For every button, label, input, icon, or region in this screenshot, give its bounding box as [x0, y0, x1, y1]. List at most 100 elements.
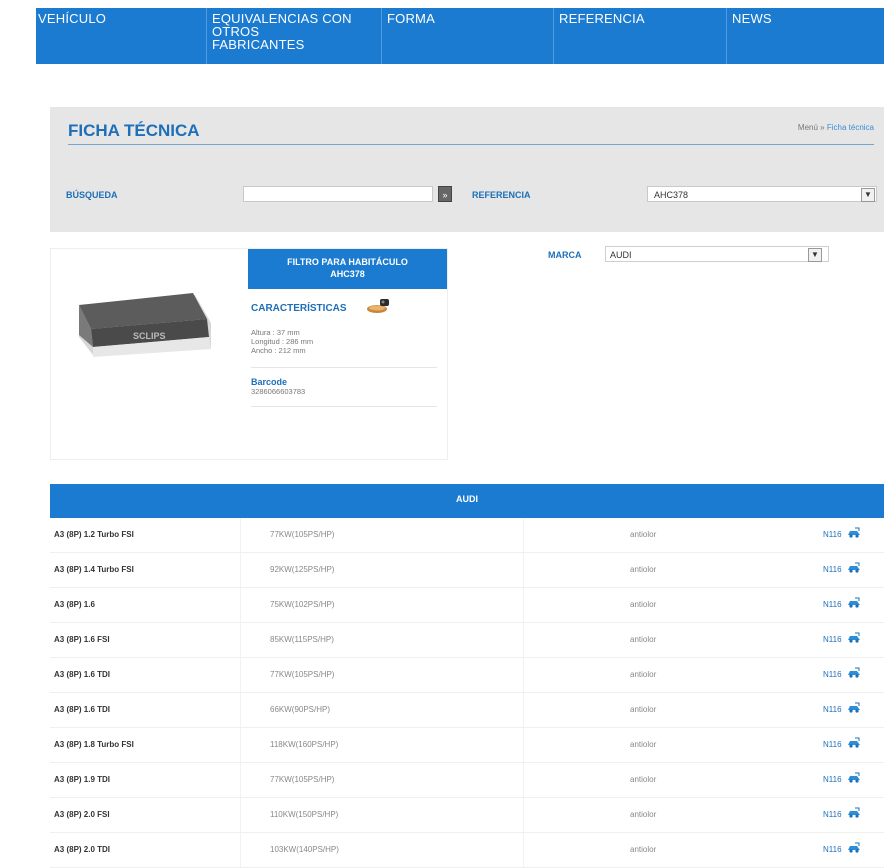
spec-longitud: Longitud : 286 mm	[251, 337, 314, 346]
row-link[interactable]: N116	[823, 705, 842, 714]
nav-separator	[553, 8, 554, 64]
product-header: FILTRO PARA HABITÁCULO AHC378	[248, 249, 447, 289]
ficha-panel: FICHA TÉCNICA Menú » Ficha técnica BÚSQU…	[50, 107, 884, 232]
breadcrumb-current[interactable]: Ficha técnica	[827, 123, 874, 132]
top-navigation: VEHÍCULO EQUIVALENCIAS CON OTROS FABRICA…	[36, 8, 884, 64]
spec-altura: Altura : 37 mm	[251, 328, 300, 337]
table-row: A3 (8P) 1.2 Turbo FSI 77KW(105PS/HP) antio…	[50, 518, 884, 553]
cell-model: A3 (8P) 1.6 FSI	[54, 635, 110, 644]
row-link[interactable]: N116	[823, 670, 842, 679]
car-link-icon[interactable]	[847, 702, 861, 713]
column-divider	[240, 728, 241, 762]
cell-model: A3 (8P) 1.4 Turbo FSI	[54, 565, 134, 574]
column-divider	[523, 553, 524, 587]
car-link-icon[interactable]	[847, 772, 861, 783]
cell-type: antiolor	[630, 845, 657, 854]
cell-power: 77KW(105PS/HP)	[270, 530, 335, 539]
title-divider	[68, 144, 874, 145]
row-link[interactable]: N116	[823, 530, 842, 539]
referencia-select[interactable]: AHC378 ▼	[647, 186, 877, 202]
cell-power: 103KW(140PS/HP)	[270, 845, 339, 854]
cell-power: 66KW(90PS/HP)	[270, 705, 331, 714]
car-link-icon[interactable]	[847, 667, 861, 678]
barcode-divider	[251, 406, 437, 407]
car-link-icon[interactable]	[847, 632, 861, 643]
column-divider	[523, 588, 524, 622]
nav-item-vehiculo[interactable]: VEHÍCULO	[38, 12, 106, 25]
cell-model: A3 (8P) 1.2 Turbo FSI	[54, 530, 134, 539]
page-title: FICHA TÉCNICA	[68, 121, 200, 140]
product-type: FILTRO PARA HABITÁCULO	[287, 257, 408, 267]
column-divider	[240, 588, 241, 622]
table-row: A3 (8P) 1.6 FSI 85KW(115PS/HP) antiolor N11…	[50, 623, 884, 658]
nav-item-news[interactable]: NEWS	[732, 12, 772, 25]
column-divider	[240, 553, 241, 587]
cell-model: A3 (8P) 1.8 Turbo FSI	[54, 740, 134, 749]
arrow-right-icon: »	[442, 190, 448, 200]
column-divider	[523, 728, 524, 762]
column-divider	[240, 693, 241, 727]
column-divider	[523, 833, 524, 867]
row-link[interactable]: N116	[823, 740, 842, 749]
cell-model: A3 (8P) 1.6 TDI	[54, 705, 111, 714]
cell-type: antiolor	[630, 600, 657, 609]
nav-item-forma[interactable]: FORMA	[387, 12, 435, 25]
cell-power: 118KW(160PS/HP)	[270, 740, 339, 749]
car-link-icon[interactable]	[847, 807, 861, 818]
column-divider	[523, 693, 524, 727]
chevron-down-icon[interactable]: ▼	[861, 188, 875, 202]
column-divider	[240, 518, 241, 552]
nav-separator	[206, 8, 207, 64]
barcode-value: 3286066603783	[251, 387, 306, 396]
search-input[interactable]	[243, 186, 433, 202]
column-divider	[523, 658, 524, 692]
cell-type: antiolor	[630, 740, 657, 749]
column-divider	[240, 763, 241, 797]
table-row: A3 (8P) 1.6 TDI 77KW(105PS/HP) antiolor N11…	[50, 658, 884, 693]
spec-list: Altura : 37 mm Longitud : 286 mm Ancho :…	[251, 328, 437, 355]
caracteristicas-title: CARACTERÍSTICAS	[251, 303, 347, 314]
column-divider	[523, 623, 524, 657]
row-link[interactable]: N116	[823, 565, 842, 574]
table-row: A3 (8P) 1.9 TDI 77KW(105PS/HP) antiolor N11…	[50, 763, 884, 798]
product-reference: AHC378	[330, 269, 365, 279]
row-link[interactable]: N116	[823, 845, 842, 854]
nav-item-equivalencias[interactable]: EQUIVALENCIAS CON OTROS FABRICANTES	[212, 12, 352, 51]
cell-power: 110KW(150PS/HP)	[270, 810, 339, 819]
column-divider	[240, 623, 241, 657]
car-link-icon[interactable]	[847, 562, 861, 573]
nav-item-referencia[interactable]: REFERENCIA	[559, 12, 645, 25]
column-divider	[240, 658, 241, 692]
cell-type: antiolor	[630, 775, 657, 784]
row-link[interactable]: N116	[823, 635, 842, 644]
table-row: A3 (8P) 1.6 TDI 66KW(90PS/HP) antiolor N116	[50, 693, 884, 728]
breadcrumb: Menú » Ficha técnica	[798, 123, 874, 132]
car-icon	[367, 299, 389, 313]
car-link-icon[interactable]	[847, 737, 861, 748]
cell-model: A3 (8P) 1.9 TDI	[54, 775, 111, 784]
cell-type: antiolor	[630, 670, 657, 679]
row-link[interactable]: N116	[823, 600, 842, 609]
table-header: AUDI	[50, 484, 884, 518]
barcode-label: Barcode	[251, 377, 288, 387]
search-button[interactable]: »	[438, 186, 452, 202]
chevron-down-icon[interactable]: ▼	[808, 248, 822, 262]
table-row: A3 (8P) 1.6 75KW(102PS/HP) antiolor N116	[50, 588, 884, 623]
cell-type: antiolor	[630, 530, 657, 539]
breadcrumb-home[interactable]: Menú	[798, 123, 818, 132]
cell-model: A3 (8P) 1.6	[54, 600, 95, 609]
car-link-icon[interactable]	[847, 527, 861, 538]
nav-separator	[726, 8, 727, 64]
cell-model: A3 (8P) 2.0 FSI	[54, 810, 110, 819]
referencia-label: REFERENCIA	[472, 190, 531, 200]
car-link-icon[interactable]	[847, 597, 861, 608]
row-link[interactable]: N116	[823, 810, 842, 819]
breadcrumb-separator: »	[820, 123, 825, 132]
product-card: SCLIPS FILTRO PARA HABITÁCULO AHC378 CAR…	[50, 248, 448, 460]
marca-select[interactable]: AUDI ▼	[605, 246, 829, 262]
row-link[interactable]: N116	[823, 775, 842, 784]
car-link-icon[interactable]	[847, 842, 861, 853]
marca-select-value: AUDI	[610, 250, 632, 260]
product-info: CARACTERÍSTICAS Altura : 37 mm Longitud …	[251, 299, 437, 407]
cell-power: 85KW(115PS/HP)	[270, 635, 334, 644]
